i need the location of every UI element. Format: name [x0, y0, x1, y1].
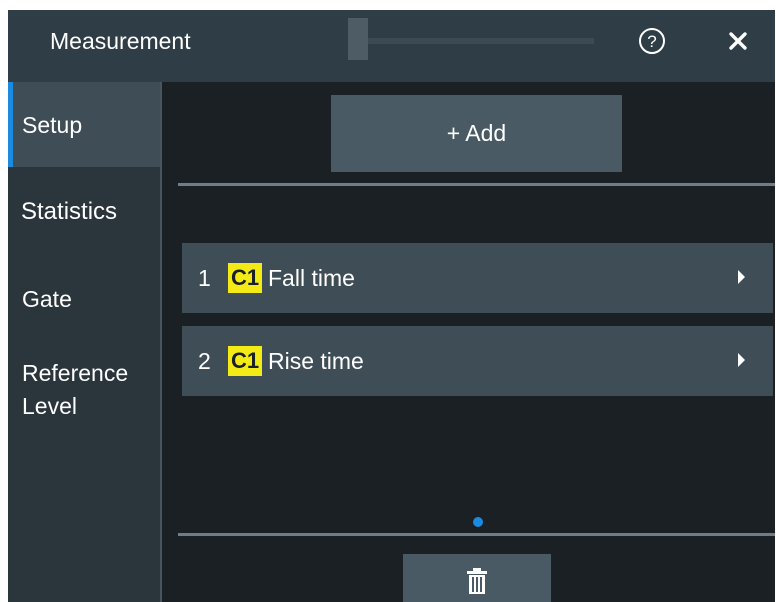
chevron-right-icon	[738, 353, 745, 367]
channel-badge: C1	[228, 346, 263, 376]
measurement-number: 2	[198, 348, 211, 374]
chevron-right-icon	[738, 270, 745, 284]
measurement-dialog: Measurement ? Setup Statistics Gate Refe…	[8, 10, 775, 602]
channel-badge: C1	[228, 263, 263, 293]
measurement-name: Rise time	[268, 348, 364, 374]
page-indicator-dot	[473, 517, 483, 527]
sidebar-item-setup[interactable]: Setup	[8, 82, 160, 167]
measurement-item-2[interactable]: 2 C1 Rise time	[182, 326, 773, 396]
sidebar: Setup Statistics Gate Reference Level	[8, 82, 160, 602]
setup-panel: + Add 1 C1 Fall time 2 C1 Rise time	[162, 82, 775, 602]
active-tab-indicator	[8, 82, 13, 167]
help-icon[interactable]: ?	[638, 27, 666, 55]
divider-bottom	[178, 533, 775, 536]
sidebar-item-gate[interactable]: Gate	[8, 253, 160, 339]
transparency-slider-handle[interactable]	[348, 18, 368, 60]
measurement-item-1[interactable]: 1 C1 Fall time	[182, 243, 773, 313]
sidebar-item-label: Setup	[22, 112, 83, 138]
sidebar-item-label: Gate	[22, 286, 72, 312]
close-icon[interactable]	[726, 29, 750, 53]
title-bar: Measurement ?	[8, 10, 775, 82]
measurement-name: Fall time	[268, 265, 355, 291]
add-measurement-button[interactable]: + Add	[331, 95, 622, 172]
divider-top	[178, 183, 775, 186]
transparency-slider-track[interactable]	[348, 38, 594, 44]
dialog-title: Measurement	[50, 28, 191, 54]
sidebar-item-label: Reference Level	[22, 360, 129, 419]
svg-text:?: ?	[647, 32, 656, 51]
trash-icon	[467, 567, 487, 594]
sidebar-item-reference-level[interactable]: Reference Level	[8, 339, 160, 439]
add-button-label: + Add	[446, 120, 507, 146]
sidebar-item-statistics[interactable]: Statistics	[8, 167, 160, 253]
delete-button[interactable]	[403, 554, 551, 602]
measurement-number: 1	[198, 265, 211, 291]
sidebar-item-label: Statistics	[21, 198, 118, 225]
